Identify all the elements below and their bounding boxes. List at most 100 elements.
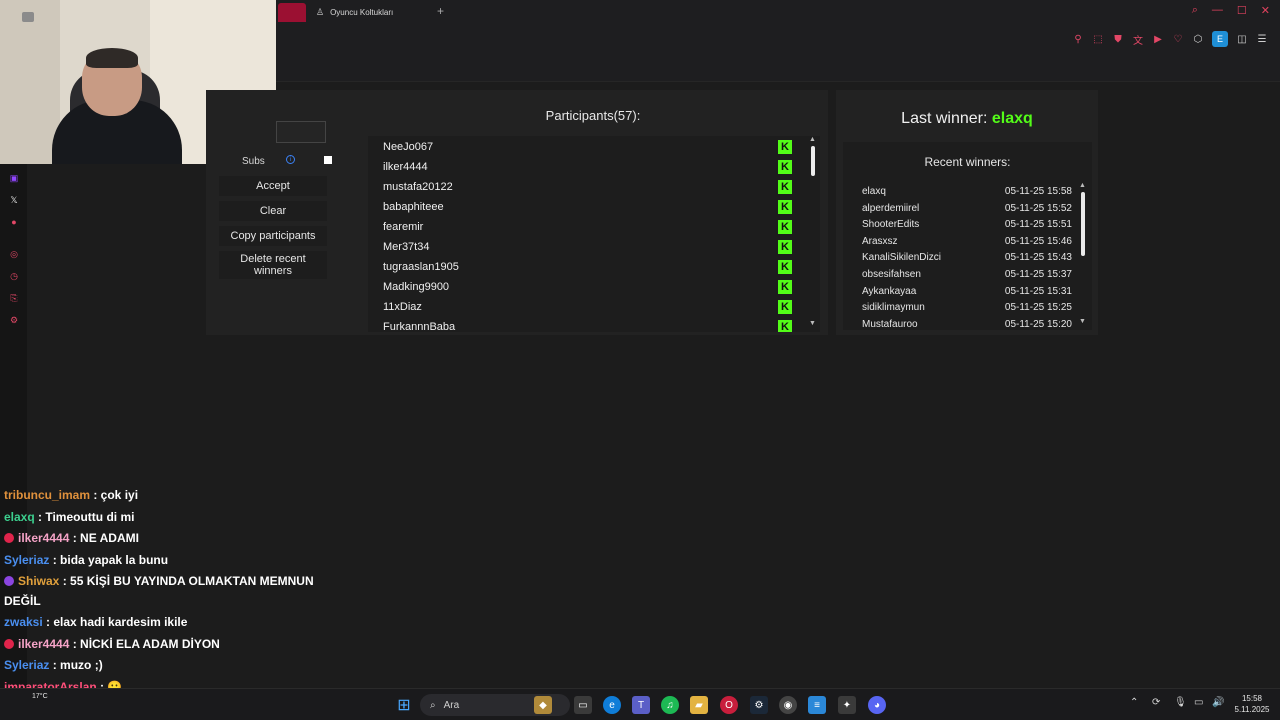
file-explorer-icon[interactable]: ▰ bbox=[690, 696, 708, 714]
microphone-icon[interactable]: 🎙 bbox=[1174, 697, 1187, 708]
search-placeholder: Ara bbox=[443, 699, 460, 711]
chat-username[interactable]: zwaksi bbox=[4, 615, 43, 629]
webcam-person-hair bbox=[86, 48, 138, 68]
scroll-up-icon[interactable]: ▲ bbox=[809, 136, 816, 143]
accept-button[interactable]: Accept bbox=[219, 176, 327, 196]
scroll-down-icon[interactable]: ▼ bbox=[809, 320, 816, 327]
participant-name: Mer37t34 bbox=[383, 241, 430, 253]
subs-checkbox[interactable] bbox=[324, 156, 332, 164]
volume-icon[interactable]: 🔊 bbox=[1212, 697, 1224, 708]
winner-time: 05-11-25 15:46 bbox=[1004, 235, 1072, 247]
participant-row: Madking9900 K bbox=[383, 277, 803, 297]
opera-gx-icon[interactable]: O bbox=[720, 696, 738, 714]
display-icon[interactable]: ▭ bbox=[1194, 697, 1203, 708]
edge-icon[interactable]: e bbox=[603, 696, 621, 714]
x-icon[interactable]: 𝕏 bbox=[8, 194, 20, 206]
chat-message: Syleriaz : bida yapak la bunu bbox=[4, 553, 168, 567]
winner-name: elaxq bbox=[862, 186, 886, 197]
heart-icon[interactable]: ♡ bbox=[1172, 32, 1184, 46]
winner-name: Aykankayaa bbox=[862, 285, 917, 297]
winner-name: Mustafauroo bbox=[862, 318, 918, 329]
kick-icon: K bbox=[778, 260, 792, 274]
target-icon[interactable]: ◎ bbox=[8, 248, 20, 260]
chat-badge-icon bbox=[4, 576, 14, 586]
participant-row: babaphiteee K bbox=[383, 197, 803, 217]
clock-time: 15:58 bbox=[1241, 694, 1263, 703]
settings-icon[interactable]: ⚙ bbox=[8, 314, 20, 326]
new-tab-button[interactable]: + bbox=[437, 4, 444, 18]
participant-row: ilker4444 K bbox=[383, 157, 803, 177]
extension-icon[interactable]: E bbox=[1212, 31, 1228, 47]
chat-username[interactable]: elaxq bbox=[4, 510, 35, 524]
close-icon[interactable]: ✕ bbox=[1261, 4, 1270, 17]
spotify-icon[interactable]: ♫ bbox=[661, 696, 679, 714]
taskbar-clock[interactable]: 15:58 5.11.2025 bbox=[1228, 693, 1276, 715]
menu-icon[interactable]: ☰ bbox=[1256, 32, 1268, 46]
chat-message: Shiwax : 55 KİŞİ BU YAYINDA OLMAKTAN MEM… bbox=[4, 574, 314, 588]
winners-scrollbar[interactable]: ▲ ▼ bbox=[1078, 182, 1088, 328]
discord-icon[interactable]: ◕ bbox=[868, 696, 886, 714]
notepad-icon[interactable]: ≡ bbox=[808, 696, 826, 714]
clear-button[interactable]: Clear bbox=[219, 201, 327, 221]
scroll-up-icon[interactable]: ▲ bbox=[1079, 182, 1086, 189]
sidebar-toggle-icon[interactable]: ◫ bbox=[1236, 32, 1248, 46]
chat-username[interactable]: ilker4444 bbox=[18, 637, 69, 651]
participant-name: Madking9900 bbox=[383, 281, 450, 293]
delete-recent-winners-button[interactable]: Delete recent winners bbox=[219, 251, 327, 279]
twitch-icon[interactable]: ▣ bbox=[8, 172, 20, 184]
last-winner-heading: Last winner: elaxq bbox=[836, 110, 1098, 128]
chat-text: : bida yapak la bunu bbox=[49, 553, 169, 567]
sync-icon[interactable]: ⟳ bbox=[1152, 697, 1160, 708]
widget-icon[interactable]: ◆ bbox=[534, 696, 552, 714]
steam-icon[interactable]: ⚙ bbox=[750, 696, 768, 714]
translate-icon[interactable]: 文 bbox=[1132, 32, 1144, 47]
clock-date: 5.11.2025 bbox=[1234, 705, 1270, 714]
clock-icon[interactable]: ◷ bbox=[8, 270, 20, 282]
scrollbar-thumb[interactable] bbox=[1081, 192, 1085, 256]
tray-chevron-icon[interactable]: ⌃ bbox=[1130, 697, 1138, 708]
task-view-icon[interactable]: ▭ bbox=[574, 696, 592, 714]
app-icon[interactable]: ✦ bbox=[838, 696, 856, 714]
recent-winner-row: ShooterEdits 05-11-25 15:51 bbox=[862, 219, 1072, 235]
recent-winner-row: Mustafauroo 05-11-25 15:20 bbox=[862, 319, 1072, 329]
windows-start-icon[interactable]: ⊞ bbox=[395, 696, 413, 714]
winner-name: alperdemiirel bbox=[862, 202, 920, 214]
participant-row: mustafa20122 K bbox=[383, 177, 803, 197]
winner-time: 05-11-25 15:37 bbox=[1004, 269, 1072, 280]
screenshot-icon[interactable]: ⬚ bbox=[1092, 32, 1104, 46]
tab-label: Oyuncu Koltukları bbox=[330, 8, 394, 17]
kick-icon: K bbox=[778, 320, 792, 332]
teams-icon[interactable]: T bbox=[632, 696, 650, 714]
participants-scrollbar[interactable]: ▲ ▼ bbox=[808, 136, 818, 332]
pin-icon[interactable]: ⚲ bbox=[1072, 32, 1084, 46]
link-icon[interactable]: ⎘ bbox=[8, 292, 20, 304]
maximize-icon[interactable]: ☐ bbox=[1237, 4, 1247, 17]
participant-row: fearemir K bbox=[383, 217, 803, 237]
winner-name: ShooterEdits bbox=[862, 219, 920, 231]
search-icon: ⌕ bbox=[430, 699, 436, 711]
tab-oyuncu-koltuklari[interactable]: ♙ Oyuncu Koltukları bbox=[306, 3, 428, 22]
scroll-down-icon[interactable]: ▼ bbox=[1079, 318, 1086, 325]
copy-participants-button[interactable]: Copy participants bbox=[219, 226, 327, 246]
chat-username[interactable]: Syleriaz bbox=[4, 553, 49, 567]
keyword-input[interactable] bbox=[276, 121, 326, 143]
weather-temp: 17°C bbox=[32, 693, 48, 700]
minimize-icon[interactable]: — bbox=[1212, 4, 1223, 17]
chat-username[interactable]: Shiwax bbox=[18, 574, 59, 588]
puzzle-icon[interactable]: ⬡ bbox=[1192, 32, 1204, 46]
chat-message: elaxq : Timeouttu di mi bbox=[4, 510, 134, 524]
active-tab[interactable] bbox=[278, 3, 306, 22]
participant-row: FurkannnBaba K bbox=[383, 317, 803, 332]
play-icon[interactable]: ▶ bbox=[1152, 32, 1164, 46]
chrome-icon[interactable]: ◉ bbox=[779, 696, 797, 714]
shield-icon[interactable]: ⛊ bbox=[1112, 32, 1124, 46]
scrollbar-thumb[interactable] bbox=[811, 146, 815, 176]
winner-time: 05-11-25 15:51 bbox=[1004, 219, 1072, 231]
chat-text: : muzo ;) bbox=[49, 658, 103, 672]
chat-username[interactable]: tribuncu_imam bbox=[4, 488, 90, 502]
search-icon[interactable]: ⌕ bbox=[1192, 4, 1198, 17]
chat-username[interactable]: ilker4444 bbox=[18, 531, 69, 545]
info-icon[interactable]: i bbox=[286, 155, 295, 164]
record-icon[interactable]: ● bbox=[8, 216, 20, 228]
chat-username[interactable]: Syleriaz bbox=[4, 658, 49, 672]
